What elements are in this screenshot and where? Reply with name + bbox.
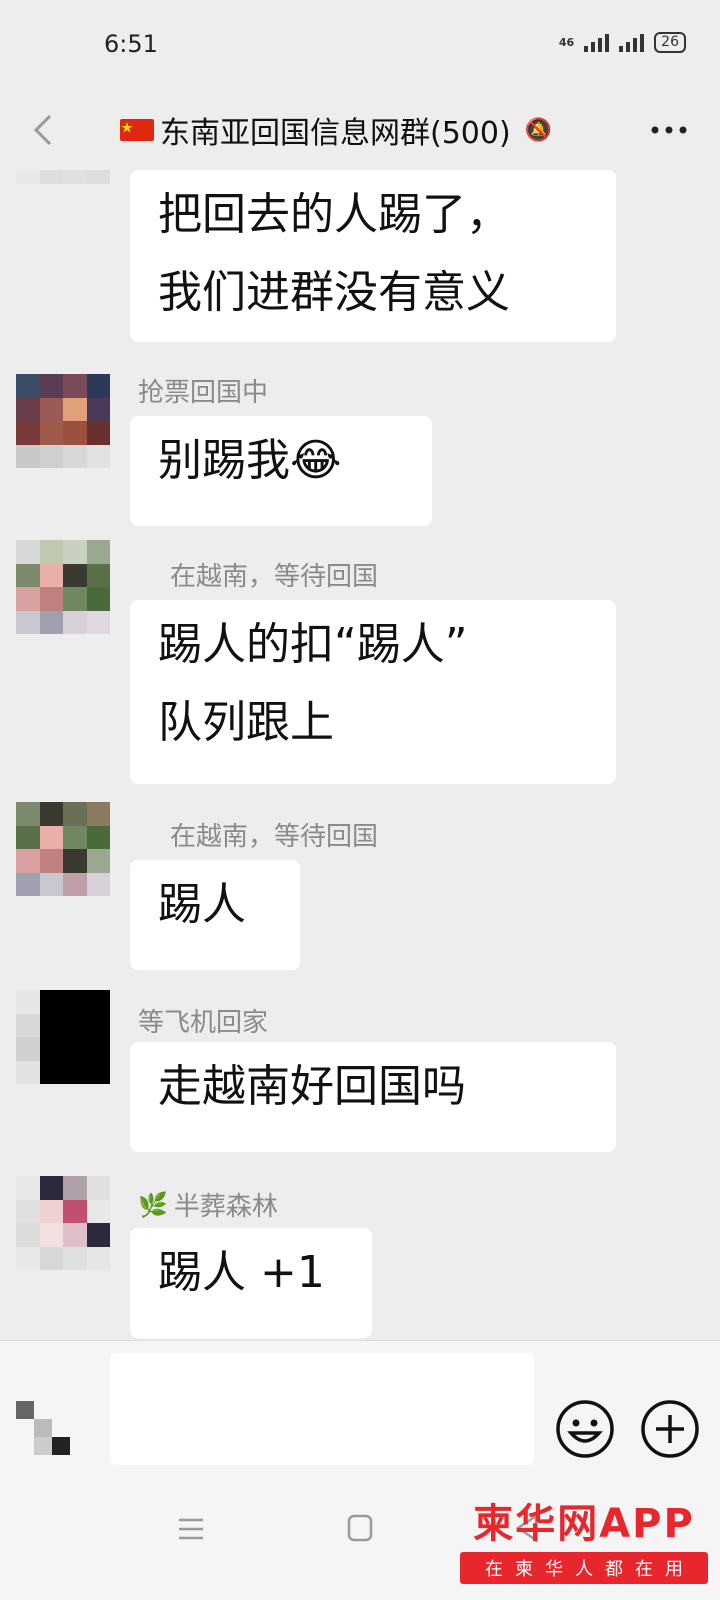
mute-icon: 🔕 [524,117,553,143]
chat-title: 东南亚回国信息网群(500) 🔕 [120,108,552,152]
input-bar [0,1340,720,1481]
more-icon[interactable] [646,112,692,148]
message-bubble[interactable]: 踢人 [130,860,300,970]
watermark-brand: 柬华网APP [473,1501,695,1547]
watermark-slogan: 在柬华人都在用 [460,1552,708,1584]
sender-name: 等飞机回家 [138,1008,269,1038]
chat-message-list[interactable]: 把回去的人踢了， 我们进群没有意义 抢票回国中 别踢我😂 在越南，等待回国 踢人… [0,170,720,1340]
message-bubble[interactable]: 踢人 +1 [130,1228,372,1338]
message-input[interactable] [110,1353,534,1465]
sender-name: 在越南，等待回国 [170,562,379,592]
avatar[interactable] [16,1176,110,1270]
avatar[interactable] [16,374,110,468]
watermark-logo: 柬华网APP 在柬华人都在用 [460,1500,708,1584]
sender-name: 在越南，等待回国 [170,822,379,852]
chat-header: 东南亚回国信息网群(500) 🔕 [0,90,720,170]
sender-name: 抢票回国中 [138,378,269,408]
leaf-icon: 🌿 [138,1190,168,1219]
status-indicators: 46 26 [559,32,686,53]
back-icon[interactable] [28,110,58,150]
home-icon[interactable] [346,1510,374,1546]
chat-title-text: 东南亚回国信息网群(500) [160,116,511,151]
sender-name-text: 半葬森林 [173,1192,278,1222]
status-bar: 6:51 46 26 [0,0,720,90]
plus-icon[interactable] [638,1397,702,1461]
signal-icon-2 [619,33,645,52]
network-type-label: 46 [558,36,575,49]
signal-icon [584,33,610,52]
sender-name: 🌿 半葬森林 [138,1186,278,1223]
status-time: 6:51 [104,30,158,58]
china-flag-icon [120,119,154,141]
avatar[interactable] [16,802,110,896]
message-bubble[interactable]: 走越南好回国吗 [130,1042,616,1152]
message-bubble[interactable]: 别踢我😂 [130,416,432,526]
avatar[interactable] [16,990,110,1084]
message-bubble[interactable]: 把回去的人踢了， 我们进群没有意义 [130,170,616,342]
avatar[interactable] [16,170,110,184]
message-bubble[interactable]: 踢人的扣“踢人” 队列跟上 [130,600,616,784]
avatar[interactable] [16,540,110,634]
battery-icon: 26 [654,32,686,53]
menu-icon[interactable] [176,1512,206,1546]
voice-icon[interactable] [16,1401,76,1461]
emoji-icon[interactable] [553,1397,617,1461]
